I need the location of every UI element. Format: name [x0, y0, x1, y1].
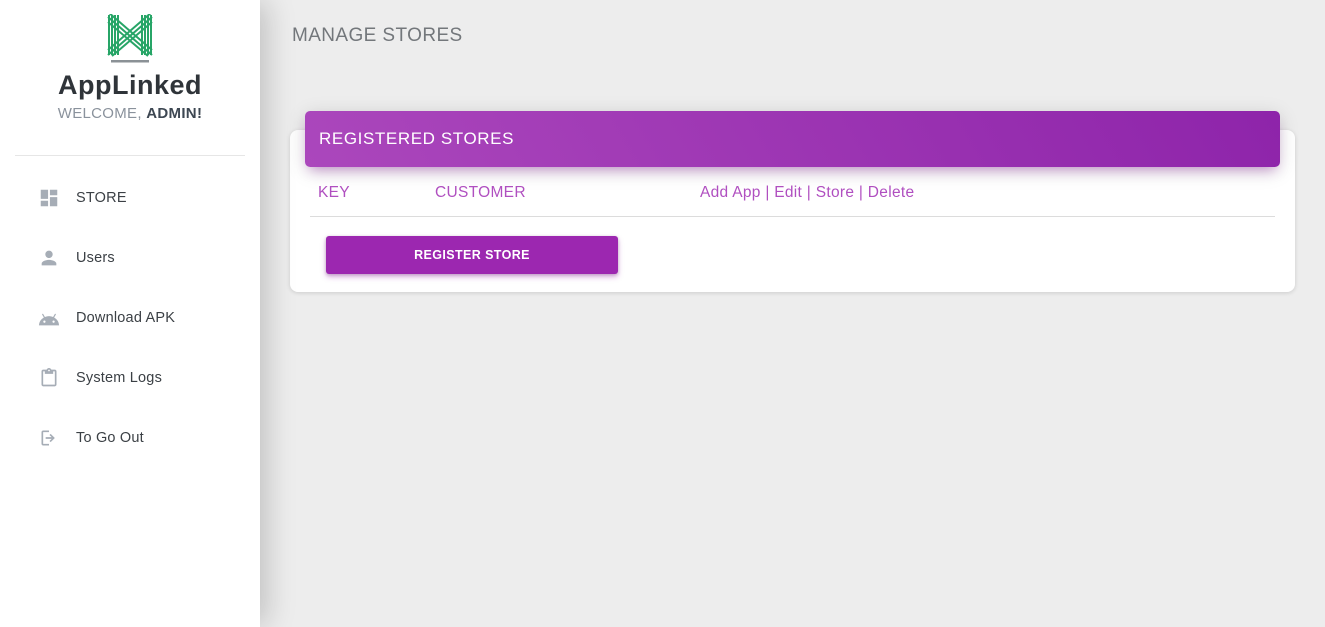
sidebar-item-label: Users: [76, 250, 115, 266]
sidebar-item-download-apk[interactable]: Download APK: [0, 288, 260, 348]
sidebar-item-label: System Logs: [76, 370, 162, 386]
column-header-customer: CUSTOMER: [435, 184, 700, 202]
sidebar-item-label: To Go Out: [76, 430, 144, 446]
brand-name: AppLinked: [0, 71, 260, 101]
register-store-button[interactable]: REGISTER STORE: [326, 236, 618, 274]
registered-stores-card: REGISTERED STORES KEY CUSTOMER Add App |…: [290, 130, 1295, 292]
page-title: MANAGE STORES: [292, 25, 1325, 47]
sidebar-item-label: Download APK: [76, 310, 175, 326]
dashboard-icon: [37, 186, 61, 210]
column-header-actions[interactable]: Add App | Edit | Store | Delete: [700, 184, 1275, 202]
sidebar-divider: [15, 155, 245, 156]
sidebar-item-label: STORE: [76, 190, 127, 206]
welcome-prefix: WELCOME,: [58, 105, 147, 122]
sidebar: AppLinked WELCOME, ADMIN! STORE Users Do…: [0, 0, 260, 627]
card-body: KEY CUSTOMER Add App | Edit | Store | De…: [290, 167, 1295, 292]
column-header-key: KEY: [318, 184, 435, 202]
applinked-logo-icon: [106, 14, 154, 69]
logo-block: AppLinked WELCOME, ADMIN!: [0, 0, 260, 122]
welcome-text: WELCOME, ADMIN!: [0, 105, 260, 122]
welcome-user: ADMIN!: [146, 105, 202, 122]
person-icon: [37, 246, 61, 270]
android-icon: [37, 306, 61, 330]
logout-icon: [37, 426, 61, 450]
sidebar-item-users[interactable]: Users: [0, 228, 260, 288]
table-header-row: KEY CUSTOMER Add App | Edit | Store | De…: [310, 167, 1275, 203]
sidebar-item-logout[interactable]: To Go Out: [0, 408, 260, 468]
card-title: REGISTERED STORES: [319, 129, 514, 149]
sidebar-menu: STORE Users Download APK System Logs To: [0, 168, 260, 468]
clipboard-icon: [37, 366, 61, 390]
sidebar-item-store[interactable]: STORE: [0, 168, 260, 228]
card-header: REGISTERED STORES: [305, 111, 1280, 167]
table-divider: [310, 216, 1275, 217]
sidebar-item-system-logs[interactable]: System Logs: [0, 348, 260, 408]
main-content: MANAGE STORES REGISTERED STORES KEY CUST…: [260, 0, 1325, 627]
